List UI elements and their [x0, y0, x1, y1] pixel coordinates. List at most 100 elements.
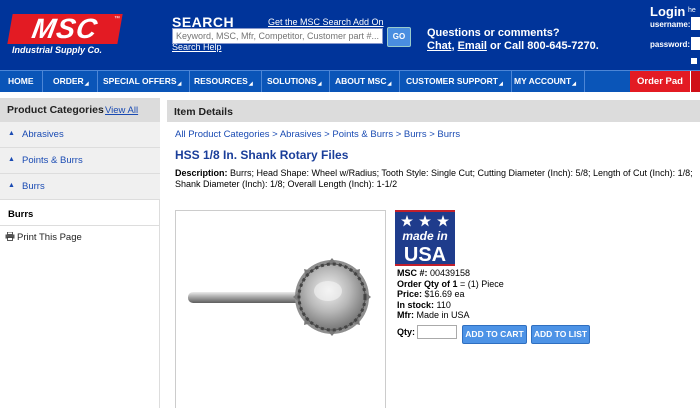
nav-home[interactable]: HOME	[0, 71, 43, 92]
nav-end-tab[interactable]	[690, 71, 700, 92]
category-points-burrs[interactable]: ▲ Points & Burrs	[0, 148, 160, 174]
mfr-value: Made in USA	[414, 310, 470, 320]
contact-info: Questions or comments? Chat, Email or Ca…	[427, 27, 599, 53]
qty-label: Qty:	[397, 327, 415, 337]
msc-number-row: MSC #: 00439158	[397, 268, 504, 279]
order-qty-value: = (1) Piece	[457, 278, 504, 289]
caret-down-icon: ◢	[387, 81, 392, 87]
product-description: Description: Burrs; Head Shape: Wheel w/…	[175, 168, 695, 190]
made-in-usa-icon: made in USA	[395, 210, 455, 266]
price-value: $16.69 ea	[422, 289, 465, 299]
email-link[interactable]: Email	[458, 40, 487, 52]
caret-down-icon: ◢	[84, 81, 89, 87]
questions-heading: Questions or comments?	[427, 27, 560, 39]
nav-resources-label: RESOURCES	[194, 76, 248, 86]
price-row: Price: $16.69 ea	[397, 289, 504, 300]
triangle-up-icon: ▲	[8, 130, 15, 137]
main-nav: HOME ORDER◢ SPECIAL OFFERS◢ RESOURCES◢ S…	[0, 70, 700, 92]
category-abrasives[interactable]: ▲ Abrasives	[0, 122, 160, 148]
search-addon-link[interactable]: Get the MSC Search Add On	[268, 17, 384, 27]
stock-row: In stock: 110	[397, 300, 504, 311]
caret-down-icon: ◢	[317, 81, 322, 87]
password-label: password:	[650, 40, 691, 49]
category-label: Burrs	[22, 181, 45, 192]
sidebar-title: Product Categories	[7, 104, 104, 116]
made-in-usa-badge: made in USA	[395, 210, 455, 266]
add-to-list-button[interactable]: ADD TO LIST	[531, 325, 590, 344]
msc-number-label: MSC #:	[397, 268, 428, 278]
nav-special-offers[interactable]: SPECIAL OFFERS◢	[95, 71, 191, 92]
search-help-link[interactable]: Search Help	[172, 42, 222, 52]
badge-text-top: made in	[402, 229, 447, 243]
triangle-up-icon: ▲	[8, 182, 15, 189]
printer-icon	[5, 232, 15, 241]
product-title: HSS 1/8 In. Shank Rotary Files	[175, 148, 349, 162]
current-category: Burrs	[8, 209, 34, 220]
order-qty-label: Order Qty of 1	[397, 278, 458, 289]
password-field[interactable]	[691, 37, 700, 50]
nav-my-account[interactable]: MY ACCOUNT◢	[506, 71, 585, 92]
login-title: Login	[650, 4, 686, 19]
stock-value: 110	[434, 299, 451, 310]
phone-text: or Call 800-645-7270.	[486, 40, 599, 52]
nav-solutions[interactable]: SOLUTIONS◢	[259, 71, 331, 92]
logo-wordmark: MSC	[7, 13, 123, 44]
sidebar-divider	[0, 225, 160, 226]
nav-resources[interactable]: RESOURCES◢	[186, 71, 262, 92]
caret-down-icon: ◢	[572, 81, 576, 87]
msc-logo[interactable]: MSC ™ Industrial Supply Co.	[7, 13, 123, 58]
mfr-row: Mfr: Made in USA	[397, 310, 504, 321]
nav-customer-support[interactable]: CUSTOMER SUPPORT◢	[398, 71, 512, 92]
stock-label: In stock:	[397, 299, 435, 310]
nav-home-label: HOME	[8, 76, 34, 86]
site-header: MSC ™ Industrial Supply Co. SEARCH Get t…	[0, 0, 700, 70]
description-label: Description:	[175, 168, 228, 178]
username-label: username:	[650, 20, 691, 29]
contact-separator: ,	[451, 40, 455, 52]
logo-trademark: ™	[114, 16, 120, 22]
category-list: ▲ Abrasives ▲ Points & Burrs ▲ Burrs	[0, 122, 160, 200]
badge-text-bottom: USA	[404, 244, 446, 266]
nav-order[interactable]: ORDER◢	[45, 71, 98, 92]
item-details-title: Item Details	[174, 106, 233, 118]
search-go-button[interactable]: GO	[387, 27, 411, 47]
add-to-cart-button[interactable]: ADD TO CART	[462, 325, 527, 344]
contact-line: Chat, Email or Call 800-645-7270.	[427, 40, 599, 53]
order-pad-button[interactable]: Order Pad	[630, 71, 690, 92]
nav-customer-support-label: CUSTOMER SUPPORT	[406, 76, 498, 86]
caret-down-icon: ◢	[248, 81, 253, 87]
caret-down-icon: ◢	[498, 81, 503, 87]
remember-checkbox[interactable]	[691, 58, 697, 64]
nav-about[interactable]: ABOUT MSC◢	[327, 71, 401, 92]
category-burrs[interactable]: ▲ Burrs	[0, 174, 160, 200]
nav-my-account-label: MY ACCOUNT	[514, 76, 572, 86]
nav-order-label: ORDER	[53, 76, 84, 86]
item-details-header: Item Details	[167, 100, 700, 122]
order-qty-row: Order Qty of 1 = (1) Piece	[397, 279, 504, 290]
description-text: Burrs; Head Shape: Wheel w/Radius; Tooth…	[175, 168, 693, 189]
product-details: MSC #: 00439158 Order Qty of 1 = (1) Pie…	[397, 268, 504, 321]
price-label: Price:	[397, 289, 423, 299]
chat-link[interactable]: Chat	[427, 40, 451, 52]
nav-special-offers-label: SPECIAL OFFERS	[103, 76, 177, 86]
login-help-link[interactable]: he	[688, 7, 696, 14]
sidebar-header: Product Categories View All	[0, 98, 160, 122]
print-page-link[interactable]: Print This Page	[5, 232, 82, 243]
qty-input[interactable]	[417, 325, 457, 339]
breadcrumb[interactable]: All Product Categories > Abrasives > Poi…	[175, 129, 460, 140]
sidebar: Product Categories View All ▲ Abrasives …	[0, 98, 160, 408]
username-field[interactable]	[691, 17, 700, 30]
nav-solutions-label: SOLUTIONS	[267, 76, 317, 86]
category-label: Points & Burrs	[22, 155, 83, 166]
mfr-label: Mfr:	[397, 310, 414, 320]
rotary-file-image	[188, 258, 371, 336]
caret-down-icon: ◢	[177, 81, 182, 87]
product-image[interactable]	[175, 210, 386, 408]
category-label: Abrasives	[22, 129, 64, 140]
triangle-up-icon: ▲	[8, 156, 15, 163]
msc-number-value: 00439158	[427, 268, 471, 278]
nav-about-label: ABOUT MSC	[335, 76, 387, 86]
print-label: Print This Page	[17, 232, 82, 243]
logo-subtitle: Industrial Supply Co.	[12, 45, 103, 55]
view-all-link[interactable]: View All	[105, 105, 138, 116]
